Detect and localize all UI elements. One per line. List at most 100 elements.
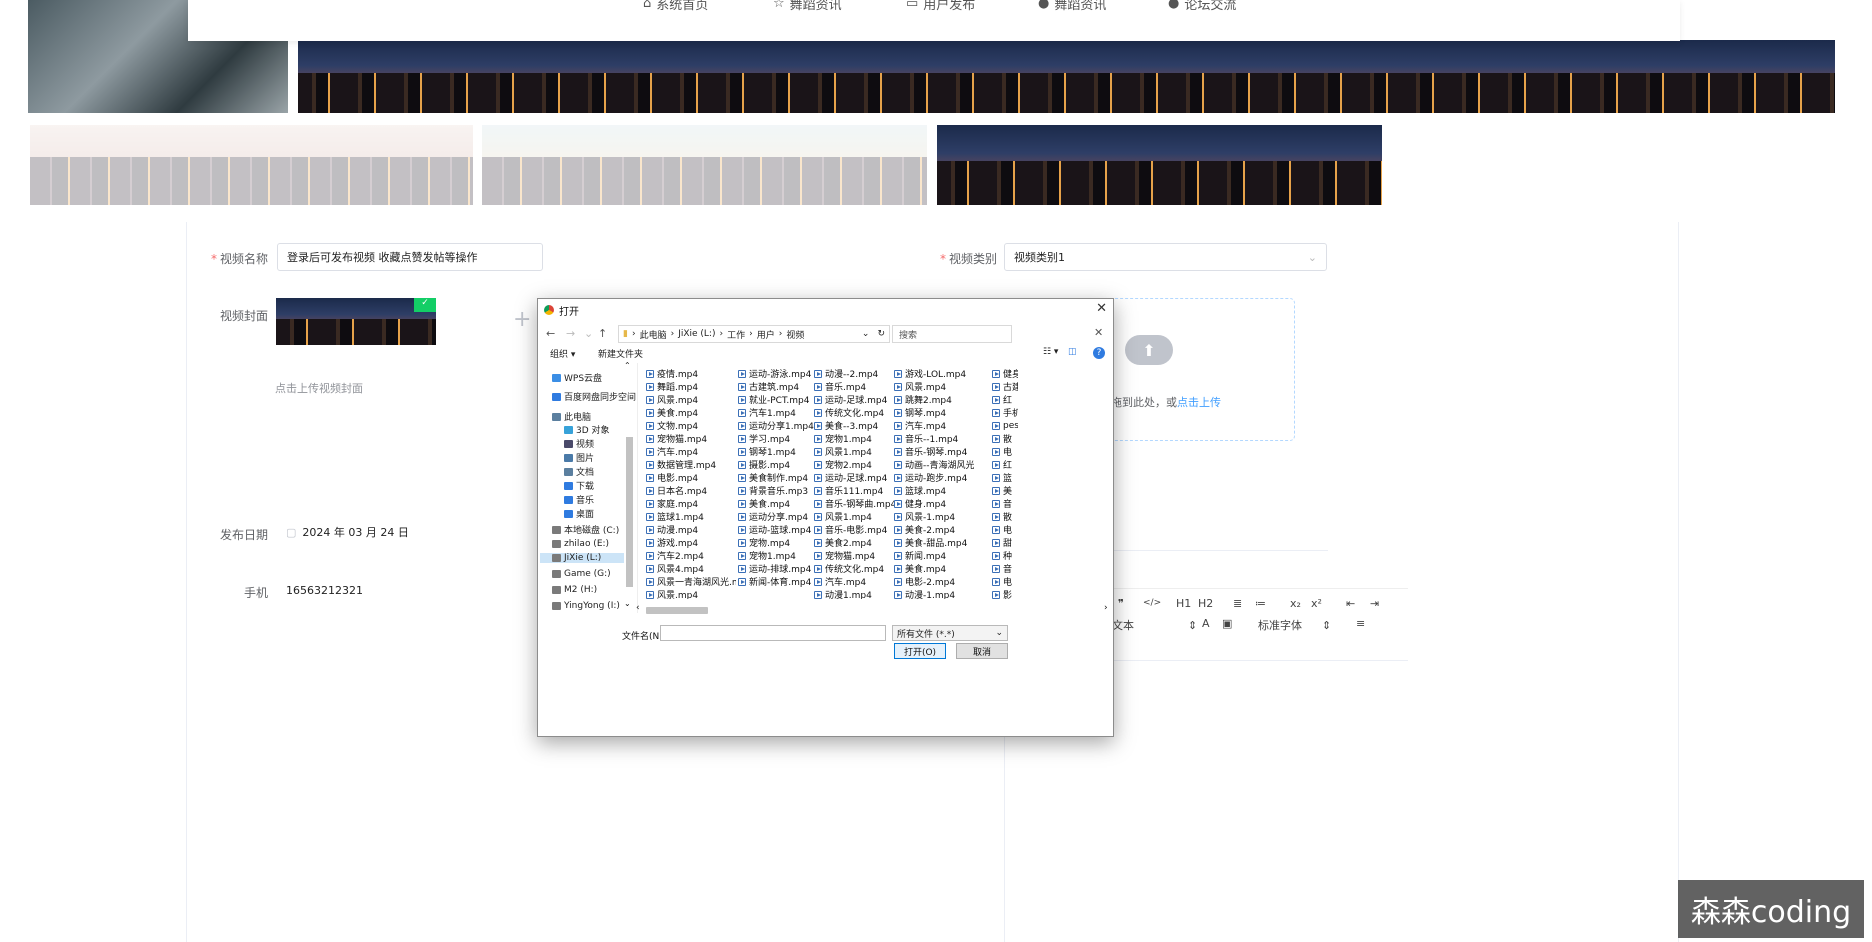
file-item[interactable]: 美食-2.mp4 (894, 523, 974, 536)
preview-pane-icon[interactable]: ◫ (1068, 347, 1077, 357)
file-item[interactable]: 汽车.mp4 (646, 445, 736, 458)
forward-button[interactable]: → (566, 327, 575, 340)
tree-scrollbar[interactable] (626, 365, 634, 599)
background-color-button[interactable]: ▣ (1222, 617, 1232, 630)
tree-item[interactable]: 视频 (564, 437, 594, 450)
file-item[interactable]: 动画--青海湖风光1.mp4 (894, 458, 974, 471)
breadcrumb-item[interactable]: 此电脑 (640, 328, 667, 341)
file-item[interactable]: 风景4.mp4 (646, 562, 736, 575)
file-item[interactable]: 运动-跑步.mp4 (894, 471, 974, 484)
tree-item[interactable]: 音乐 (564, 493, 594, 506)
file-item[interactable]: 电 (992, 575, 1018, 588)
file-item[interactable]: 数据管理.mp4 (646, 458, 736, 471)
tree-item[interactable]: 百度网盘同步空间 (552, 390, 636, 403)
tree-item[interactable]: M2 (H:) (552, 585, 597, 595)
nav-item-home[interactable]: ⌂ 系统首页 (643, 0, 708, 13)
file-item[interactable]: 篮球.mp4 (894, 484, 974, 497)
tree-scroll-up[interactable]: ⌃ (624, 361, 631, 370)
file-item[interactable]: 宠物猫.mp4 (814, 549, 894, 562)
refresh-icon[interactable]: ↻ (877, 329, 885, 339)
file-item[interactable]: 汽车2.mp4 (646, 549, 736, 562)
tree-scroll-down[interactable]: ⌄ (624, 599, 631, 608)
recent-dropdown[interactable]: ⌄ (584, 327, 593, 340)
filetype-select[interactable]: 所有文件 (*.*) ⌄ (892, 625, 1008, 641)
file-item[interactable]: 美食.mp4 (894, 562, 974, 575)
file-item[interactable]: 电 (992, 445, 1018, 458)
nav-item-user-publish[interactable]: ▭ 用户发布 (906, 0, 975, 13)
ordered-list-button[interactable]: ≣ (1233, 597, 1242, 610)
file-item[interactable]: 美食--3.mp4 (814, 419, 894, 432)
superscript-button[interactable]: x² (1311, 597, 1322, 610)
publish-date-input[interactable]: ▢ 2024 年 03 月 24 日 (277, 518, 537, 546)
file-item[interactable]: 音乐.mp4 (814, 380, 894, 393)
file-item[interactable]: 音乐-电影.mp4 (814, 523, 894, 536)
filename-input[interactable] (660, 625, 886, 641)
tree-item[interactable]: 桌面 (564, 507, 594, 520)
file-item[interactable]: 美食.mp4 (646, 406, 736, 419)
file-item[interactable]: 动漫--2.mp4 (814, 367, 894, 380)
file-item[interactable]: 运动-足球.mp4 (814, 471, 894, 484)
file-item[interactable]: 音乐-钢琴.mp4 (894, 445, 974, 458)
tree-item[interactable]: JiXie (L:) (540, 553, 624, 563)
file-item[interactable]: pes (992, 419, 1018, 432)
tree-item[interactable]: 文档 (564, 465, 594, 478)
video-name-input[interactable]: 登录后可发布视频 收藏点赞发帖等操作 (277, 243, 543, 271)
text-style-select[interactable]: 文本 ⇕ (1112, 617, 1197, 633)
quote-button[interactable]: ❞ (1118, 597, 1124, 610)
file-item[interactable]: 文物.mp4 (646, 419, 736, 432)
file-list-scrollbar[interactable] (646, 605, 1014, 615)
indent-button[interactable]: ⇥ (1370, 597, 1379, 610)
subscript-button[interactable]: x₂ (1290, 597, 1301, 610)
file-item[interactable]: 电影-2.mp4 (894, 575, 974, 588)
search-input[interactable]: 搜索 (892, 325, 1012, 343)
font-family-select[interactable]: 标准字体 ⇕ (1258, 617, 1331, 633)
video-category-select[interactable]: 视频类别1 ⌄ (1004, 243, 1327, 271)
open-button[interactable]: 打开(O) (894, 643, 946, 659)
file-item[interactable]: 红 (992, 458, 1018, 471)
file-item[interactable]: 音乐111.mp4 (814, 484, 894, 497)
phone-input[interactable]: 16563212321 (277, 576, 537, 604)
carousel-thumb-2[interactable] (482, 125, 927, 205)
address-bar[interactable]: ▮ › 此电脑 › JiXie (L:) › 工作 › 用户 › 视频 ⌄ ↻ (618, 325, 890, 343)
tree-item[interactable]: 此电脑 (552, 410, 591, 423)
file-item[interactable]: 古建 (992, 380, 1018, 393)
cancel-button[interactable]: 取消 (956, 643, 1008, 659)
tree-item[interactable]: 下载 (564, 479, 594, 492)
file-item[interactable]: 游戏.mp4 (646, 536, 736, 549)
carousel-thumb-active[interactable] (937, 125, 1382, 205)
align-button[interactable]: ≡ (1356, 617, 1365, 630)
file-item[interactable]: 风景.mp4 (646, 588, 736, 599)
file-item[interactable]: 传统文化.mp4 (814, 406, 894, 419)
tree-item[interactable]: Game (G:) (552, 569, 611, 579)
file-item[interactable]: 音乐-钢琴曲.mp4 (814, 497, 894, 510)
file-item[interactable]: 风景-1.mp4 (894, 510, 974, 523)
file-item[interactable]: 动漫-1.mp4 (894, 588, 974, 599)
bullet-list-button[interactable]: ≔ (1255, 597, 1266, 610)
file-item[interactable]: 动漫.mp4 (646, 523, 736, 536)
cover-hint[interactable]: 点击上传视频封面 (275, 380, 363, 396)
search-clear-icon[interactable]: ✕ (1094, 326, 1103, 339)
file-item[interactable]: 风景.mp4 (646, 393, 736, 406)
h1-button[interactable]: H1 (1176, 597, 1191, 610)
file-item[interactable]: 动漫1.mp4 (814, 588, 894, 599)
file-item[interactable]: 美 (992, 484, 1018, 497)
file-item[interactable]: 电 (992, 523, 1018, 536)
file-item[interactable]: 美食-甜品.mp4 (894, 536, 974, 549)
breadcrumb-item[interactable]: 视频 (786, 328, 804, 341)
nav-item-dance-info[interactable]: ● 舞蹈资讯 (1038, 0, 1106, 13)
file-item[interactable]: 游戏-LOL.mp4 (894, 367, 974, 380)
file-item[interactable]: 传统文化.mp4 (814, 562, 894, 575)
file-item[interactable]: 风景.mp4 (894, 380, 974, 393)
file-item[interactable]: 音 (992, 497, 1018, 510)
file-item[interactable]: 新闻.mp4 (894, 549, 974, 562)
file-item[interactable]: 种 (992, 549, 1018, 562)
upload-link[interactable]: 点击上传 (1177, 396, 1221, 409)
file-item[interactable]: 钢琴.mp4 (894, 406, 974, 419)
file-item[interactable]: 风景1.mp4 (814, 510, 894, 523)
file-item[interactable]: 舞蹈.mp4 (646, 380, 736, 393)
file-item[interactable]: 散 (992, 432, 1018, 445)
back-button[interactable]: ← (546, 327, 555, 340)
file-item[interactable]: 篮 (992, 471, 1018, 484)
hscroll-right[interactable]: › (1104, 603, 1108, 613)
breadcrumb-item[interactable]: JiXie (L:) (678, 329, 715, 339)
